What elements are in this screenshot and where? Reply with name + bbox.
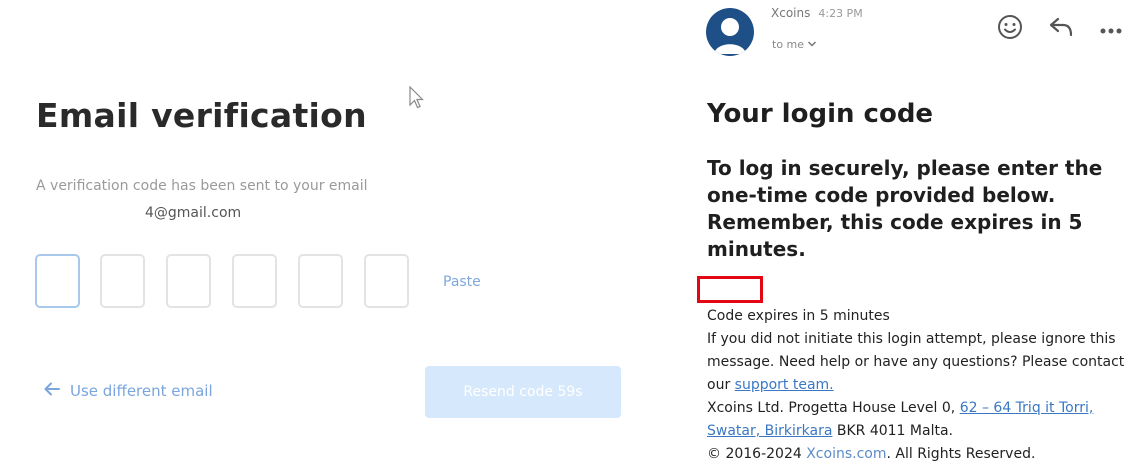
redacted-code-box (697, 276, 763, 303)
reply-icon[interactable] (1049, 16, 1073, 42)
more-icon[interactable] (1100, 20, 1122, 39)
arrow-left-icon (44, 382, 60, 400)
email-intro: To log in securely, please enter the one… (707, 156, 1103, 261)
page-title: Email verification (36, 96, 367, 135)
code-digit-input-1[interactable] (35, 254, 80, 308)
code-digit-input-2[interactable] (100, 254, 145, 308)
sender-name: Xcoins (771, 6, 811, 20)
avatar (706, 8, 754, 56)
recipient-label: to me (772, 38, 805, 51)
mouse-cursor-icon (408, 85, 424, 114)
use-different-email-link[interactable]: Use different email (44, 382, 213, 400)
use-different-email-label: Use different email (70, 382, 213, 400)
code-digit-input-6[interactable] (364, 254, 409, 308)
support-team-link[interactable]: support team. (735, 377, 834, 393)
paste-button[interactable]: Paste (443, 274, 481, 290)
verification-subtitle: A verification code has been sent to you… (36, 178, 368, 194)
code-digit-input-3[interactable] (166, 254, 211, 308)
chevron-down-icon (807, 38, 817, 51)
email-recipient[interactable]: to me (772, 38, 817, 51)
resend-code-button[interactable]: Resend code 59s (425, 366, 621, 418)
xcoins-link[interactable]: Xcoins.com (806, 446, 886, 462)
address-text: Xcoins Ltd. Progetta House Level 0, 62 –… (707, 400, 1094, 439)
code-digit-input-5[interactable] (298, 254, 343, 308)
email-sender: Xcoins 4:23 PM (771, 6, 863, 20)
code-digit-input-4[interactable] (232, 254, 277, 308)
emoji-icon[interactable] (997, 14, 1023, 44)
email-time: 4:23 PM (818, 7, 863, 20)
expiry-text: Code expires in 5 minutes (707, 308, 890, 324)
email-title: Your login code (707, 99, 934, 129)
ignore-text: If you did not initiate this login attem… (707, 331, 1125, 393)
email-body: Code expires in 5 minutes If you did not… (707, 305, 1128, 466)
copyright-text: © 2016-2024 Xcoins.com. All Rights Reser… (707, 446, 1036, 462)
avatar-icon (714, 18, 746, 54)
verification-email: 4@gmail.com (145, 205, 242, 221)
